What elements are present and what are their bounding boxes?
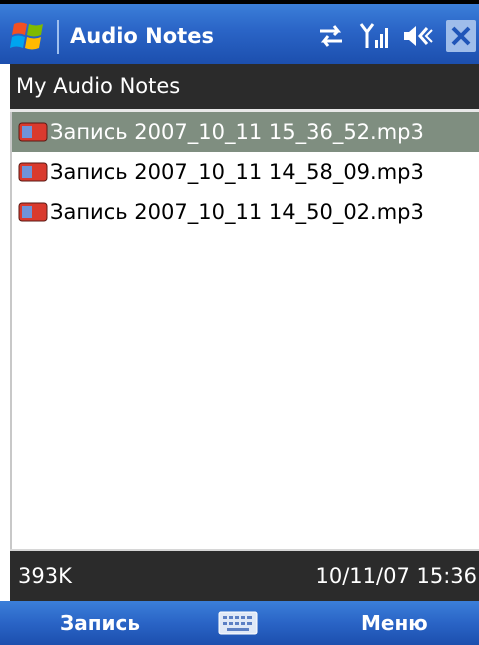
audio-file-icon xyxy=(18,122,48,142)
softkey-bar: Запись Меню xyxy=(0,601,479,645)
list-item[interactable]: Запись 2007_10_11 14_58_09.mp3 xyxy=(12,152,479,192)
audio-notes-screen: Audio Notes My Audio Notes Запись 2007_1… xyxy=(0,0,479,645)
file-list[interactable]: Запись 2007_10_11 15_36_52.mp3 Запись 20… xyxy=(10,112,479,549)
speaker-icon[interactable] xyxy=(400,20,434,52)
list-item[interactable]: Запись 2007_10_11 14_50_02.mp3 xyxy=(12,192,479,232)
close-button[interactable] xyxy=(446,20,476,52)
folder-header[interactable]: My Audio Notes xyxy=(10,64,479,112)
keyboard-icon[interactable] xyxy=(218,611,258,635)
status-bar: 393K 10/11/07 15:36 xyxy=(10,549,479,601)
title-separator xyxy=(57,20,59,54)
title-bar: Audio Notes xyxy=(0,0,479,64)
sync-arrows-icon[interactable] xyxy=(314,20,348,52)
menu-softkey[interactable]: Меню xyxy=(361,601,428,645)
audio-file-icon xyxy=(18,162,48,182)
close-icon xyxy=(451,26,471,46)
file-name: Запись 2007_10_11 14_58_09.mp3 xyxy=(50,160,424,184)
file-name: Запись 2007_10_11 14_50_02.mp3 xyxy=(50,200,424,224)
file-size: 393K xyxy=(18,564,72,588)
folder-title: My Audio Notes xyxy=(16,74,181,98)
record-softkey[interactable]: Запись xyxy=(60,601,140,645)
file-name: Запись 2007_10_11 15_36_52.mp3 xyxy=(50,120,424,144)
audio-file-icon xyxy=(18,202,48,222)
signal-strength-icon[interactable] xyxy=(358,20,392,52)
app-title: Audio Notes xyxy=(70,24,214,48)
list-item[interactable]: Запись 2007_10_11 15_36_52.mp3 xyxy=(12,112,479,152)
windows-flag-icon[interactable] xyxy=(8,18,50,56)
file-datetime: 10/11/07 15:36 xyxy=(315,564,477,588)
